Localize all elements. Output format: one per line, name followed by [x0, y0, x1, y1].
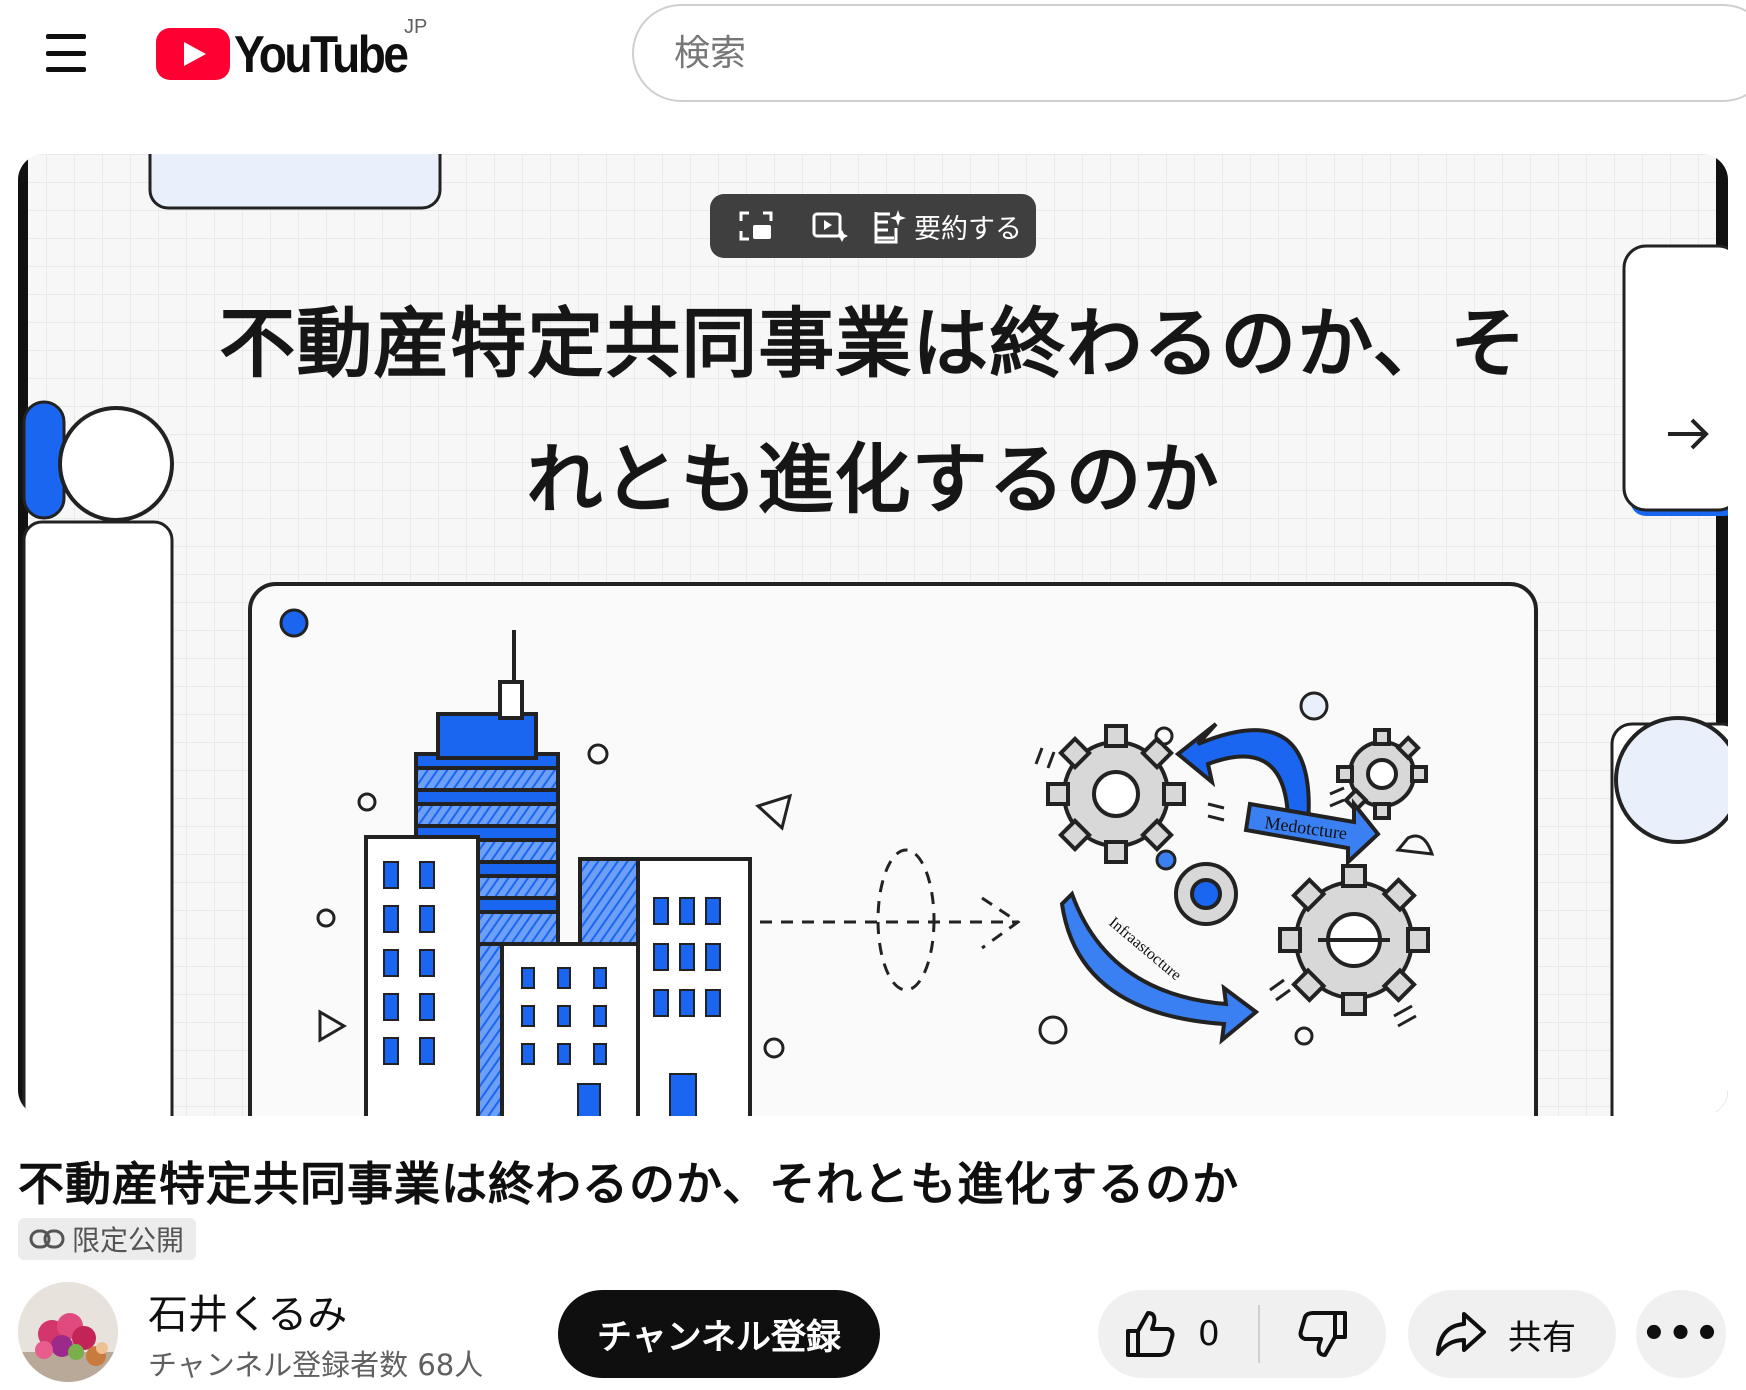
summarize-icon — [874, 210, 906, 244]
like-dislike-group: 0 — [1098, 1290, 1386, 1378]
arrow-right-icon — [1668, 418, 1709, 450]
like-count: 0 — [1198, 1314, 1220, 1354]
share-label: 共有 — [1508, 1317, 1576, 1358]
search-input[interactable] — [674, 32, 1746, 74]
slide-title: 不動産特定共同事業は終わるのか、そ れとも進化するのか — [168, 276, 1578, 548]
dislike-button[interactable] — [1260, 1290, 1386, 1378]
menu-icon[interactable] — [38, 28, 94, 78]
search-box[interactable] — [632, 4, 1746, 102]
youtube-logo[interactable]: YouTube — [156, 24, 409, 84]
channel-name[interactable]: 石井くるみ — [148, 1282, 347, 1340]
privacy-label: 限定公開 — [72, 1224, 185, 1257]
slide-title-line2: れとも進化するのか — [526, 435, 1220, 524]
like-button[interactable]: 0 — [1098, 1290, 1258, 1378]
channel-avatar[interactable] — [18, 1282, 118, 1382]
thumbs-up-icon — [1126, 1311, 1175, 1357]
play-logo-icon — [156, 28, 230, 80]
summarize-label: 要約する — [914, 213, 1022, 245]
privacy-badge: 限定公開 — [18, 1218, 197, 1260]
more-actions-button[interactable]: ••• — [1636, 1290, 1726, 1378]
share-icon — [1436, 1312, 1486, 1356]
slide-title-line1: 不動産特定共同事業は終わるのか、そ — [219, 299, 1527, 388]
video-title: 不動産特定共同事業は終わるのか、それとも進化するのか — [18, 1157, 1240, 1211]
region-label: JP — [404, 16, 428, 38]
subscribe-button[interactable]: チャンネル登録 — [558, 1290, 880, 1378]
thumbs-down-icon — [1298, 1311, 1347, 1357]
subscriber-count: チャンネル登録者数 68人 — [148, 1348, 484, 1382]
miniplayer-icon[interactable] — [724, 201, 788, 251]
share-button[interactable]: 共有 — [1408, 1290, 1616, 1378]
video-player[interactable]: Medotcture Infraastocture 要約する 不動産特定共同事業… — [18, 154, 1728, 1116]
link-icon — [29, 1229, 65, 1249]
ai-video-icon[interactable] — [798, 201, 862, 251]
summarize-button[interactable]: 要約する — [872, 207, 1034, 246]
more-dots-icon: ••• — [1641, 1311, 1721, 1357]
player-overlay-bar: 要約する — [710, 194, 1036, 258]
logo-text: YouTube — [234, 24, 409, 84]
